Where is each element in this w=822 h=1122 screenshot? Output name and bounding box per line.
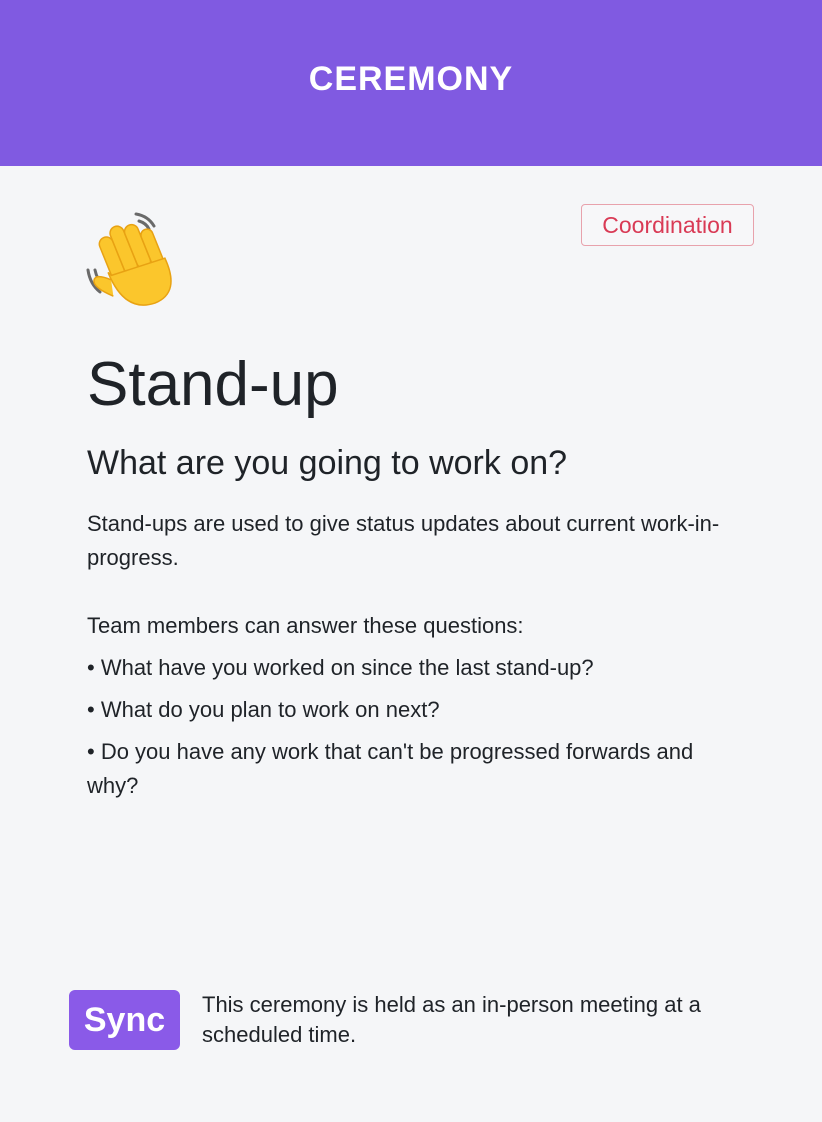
list-item: • What have you worked on since the last…: [87, 655, 594, 680]
sync-description: This ceremony is held as an in-person me…: [202, 992, 701, 1047]
ceremony-subtitle: What are you going to work on?: [87, 444, 568, 482]
questions-list: • What have you worked on since the last…: [87, 651, 747, 811]
category-badge: Coordination: [581, 204, 754, 246]
list-item: • What do you plan to work on next?: [87, 697, 440, 722]
questions-intro: Team members can answer these questions:: [87, 613, 524, 638]
list-item: • Do you have any work that can't be pro…: [87, 739, 694, 798]
sync-badge: Sync: [69, 990, 180, 1050]
waving-hand-icon: [84, 208, 188, 312]
ceremony-title: Stand-up: [87, 350, 339, 419]
header-title: CEREMONY: [308, 59, 514, 98]
header-bar: CEREMONY: [0, 0, 822, 166]
ceremony-description: Stand-ups are used to give status update…: [87, 511, 720, 570]
